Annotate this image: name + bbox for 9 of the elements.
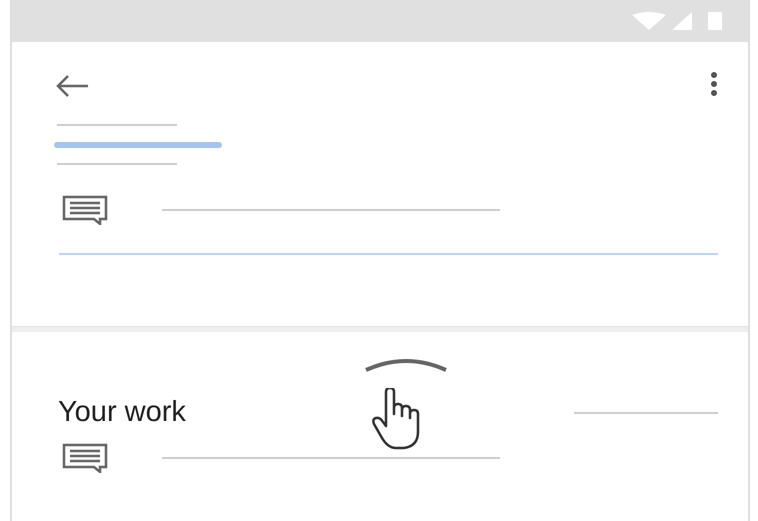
comment-icon (62, 195, 110, 225)
section-title: Your work (58, 396, 186, 429)
comment-icon (62, 443, 110, 473)
wifi-icon (632, 12, 666, 30)
back-arrow-icon[interactable] (54, 74, 90, 98)
chevron-up-icon[interactable] (364, 356, 448, 372)
battery-icon (708, 12, 722, 30)
more-options-icon[interactable] (710, 71, 718, 97)
signal-icon (672, 12, 692, 30)
